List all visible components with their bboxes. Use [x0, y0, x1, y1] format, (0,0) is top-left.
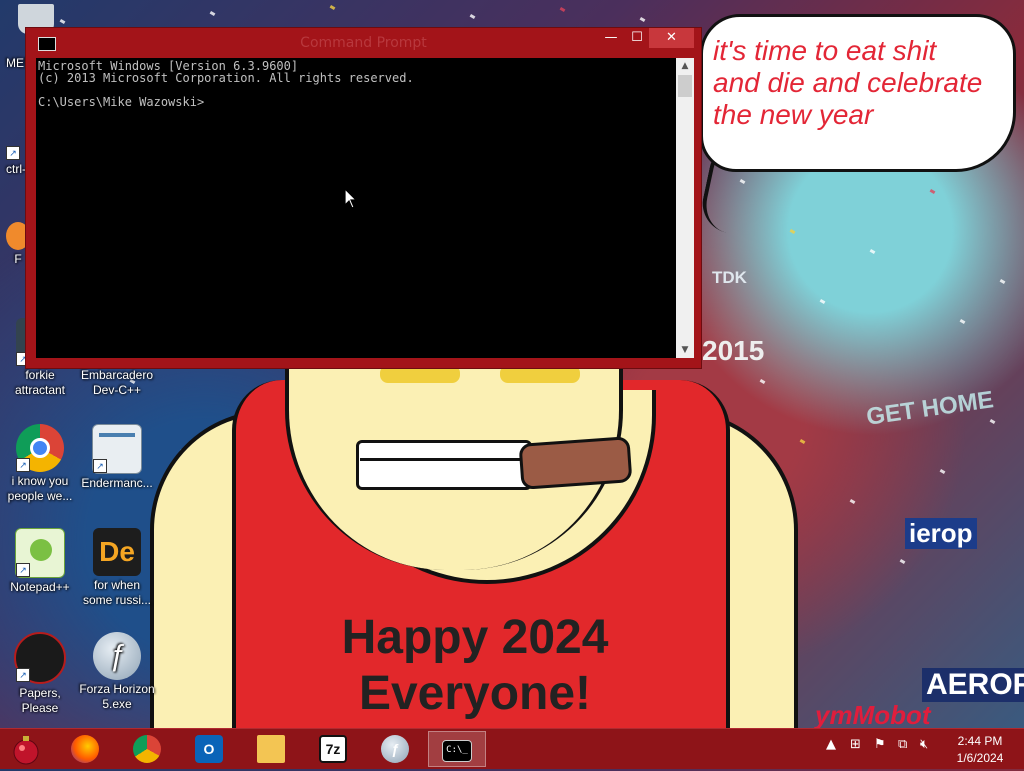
7zip-icon: 7z: [319, 735, 347, 763]
shortcut-arrow-icon: ↗: [93, 459, 107, 473]
billboard-get-home: GET HOME: [864, 386, 996, 431]
chrome-icon: [133, 735, 161, 763]
taskbar-outlook[interactable]: O: [180, 731, 238, 767]
desktop-icon-russian[interactable]: De for when some russi...: [77, 528, 157, 608]
desktop-icon-notepadpp[interactable]: ↗ Notepad++: [0, 528, 80, 595]
taskbar-7zip[interactable]: 7z: [304, 731, 362, 767]
scroll-down-icon[interactable]: ▼: [676, 342, 694, 358]
flash-icon: ƒ: [93, 632, 141, 680]
show-hidden-icons-button[interactable]: ▲: [826, 737, 836, 752]
desktop-icon-label: Notepad++: [10, 580, 70, 594]
scroll-thumb[interactable]: [678, 75, 692, 97]
billboard-tdk: TDK: [712, 268, 747, 287]
character-cigar: [518, 436, 633, 490]
desktop-icon-label: Endermanc...: [81, 476, 153, 490]
clock-date: 1/6/2024: [956, 751, 1004, 765]
desktop-icon-label: Papers, Please: [19, 686, 61, 715]
taskbar-firefox[interactable]: [56, 731, 114, 767]
flash-icon: ƒ: [381, 735, 409, 763]
taskbar-flash[interactable]: ƒ: [366, 731, 424, 767]
desktop-icon-label: for when some russi...: [82, 578, 151, 607]
taskbar: O 7z ƒ C:\_ ▲ ⊞ ⚑ ⧉ 🔇︎ 2:44 PM 1/6/2024: [0, 728, 1024, 769]
network-icon[interactable]: ⧉: [898, 737, 907, 752]
character-teeth: [360, 458, 520, 461]
start-button[interactable]: [0, 731, 52, 767]
taskbar-command-prompt[interactable]: C:\_: [428, 731, 486, 767]
outlook-icon: O: [195, 735, 223, 763]
desktop-icon-papers-please[interactable]: ↗ Papers, Please: [0, 632, 80, 716]
character-mouth: [356, 440, 532, 490]
shortcut-arrow-icon: ↗: [16, 458, 30, 472]
shortcut-icon: ↗: [6, 140, 26, 160]
billboard-year: 2015: [702, 335, 765, 366]
shirt-text: Happy 2024 Everyone!: [341, 611, 609, 720]
vertical-scrollbar[interactable]: ▲ ▼: [676, 58, 694, 358]
chrome-icon: ↗: [16, 424, 64, 472]
action-center-icon[interactable]: ⊞: [850, 737, 861, 752]
speech-bubble: it's time to eat shit and die and celebr…: [700, 14, 1016, 172]
billboard-aerop: ierop: [905, 518, 977, 549]
taskbar-chrome[interactable]: [118, 731, 176, 767]
command-prompt-window[interactable]: Command Prompt — ☐ ✕ Microsoft Windows […: [25, 27, 702, 369]
shortcut-arrow-icon: ↗: [16, 563, 30, 577]
system-clock[interactable]: 2:44 PM 1/6/2024: [940, 733, 1020, 767]
mouse-cursor-icon: [344, 188, 358, 209]
desktop-icon-forza[interactable]: ƒ Forza Horizon 5.exe: [77, 632, 157, 712]
de-app-icon: De: [93, 528, 141, 576]
desktop-icon-label: forkie attractant: [14, 368, 66, 397]
volume-muted-icon[interactable]: 🔇︎: [920, 737, 928, 752]
desktop-icon-label: Forza Horizon 5.exe: [79, 682, 155, 711]
clock-time: 2:44 PM: [957, 734, 1003, 748]
speech-bubble-text: it's time to eat shit and die and celebr…: [713, 35, 983, 130]
scroll-up-icon[interactable]: ▲: [676, 58, 694, 74]
desktop-icon-label: i know you people we...: [7, 474, 73, 503]
desktop-icon-endermanch[interactable]: ↗ Endermanc...: [77, 424, 157, 491]
console-icon: C:\_: [442, 740, 472, 762]
firefox-icon: [71, 735, 99, 763]
billboard-aeroflo: AEROFS: [922, 668, 1024, 702]
maximize-button[interactable]: ☐: [623, 28, 651, 48]
flag-icon[interactable]: ⚑: [874, 737, 886, 752]
notepadpp-icon: ↗: [15, 528, 65, 578]
window-titlebar[interactable]: Command Prompt — ☐ ✕: [26, 28, 701, 58]
wallpaper-signature: ymMobot: [815, 700, 931, 730]
papers-please-icon: ↗: [14, 632, 66, 684]
taskbar-file-explorer[interactable]: [242, 731, 300, 767]
shortcut-arrow-icon: ↗: [16, 668, 30, 682]
desktop-icon-chrome-shortcut[interactable]: ↗ i know you people we...: [0, 424, 80, 504]
folder-icon: [257, 735, 285, 763]
shortcut-arrow-icon: ↗: [6, 146, 20, 160]
window-app-icon: ↗: [92, 424, 142, 474]
close-button[interactable]: ✕: [649, 28, 694, 48]
start-ornament-icon: [13, 736, 39, 765]
desktop-icon-label: Embarcadero Dev-C++: [80, 368, 154, 397]
minimize-button[interactable]: —: [597, 28, 625, 48]
